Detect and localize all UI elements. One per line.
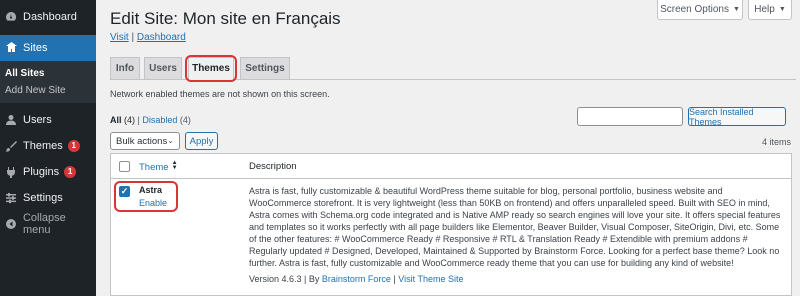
theme-description: Astra is fast, fully customizable & beau…: [249, 186, 781, 268]
visit-theme-site-link[interactable]: Visit Theme Site: [398, 274, 463, 284]
help-label: Help: [754, 4, 775, 15]
sidebar-item-label: Plugins: [23, 166, 60, 178]
column-theme-header[interactable]: Theme ▲ ▼: [139, 160, 178, 173]
themes-table: Theme ▲ ▼ Description ✓ Astra Enable Astra…: [110, 153, 792, 296]
status-filters: All (4) | Disabled (4): [110, 115, 191, 125]
sidebar-item-themes[interactable]: Themes 1: [0, 133, 96, 159]
by-label: | By: [301, 274, 322, 284]
filter-disabled-label: Disabled: [142, 115, 178, 125]
table-header: Theme ▲ ▼ Description: [111, 154, 791, 179]
submenu-all-sites[interactable]: All Sites: [0, 65, 96, 82]
screen-options-button[interactable]: Screen Options ▼: [657, 0, 743, 20]
search-installed-themes-button[interactable]: Search Installed Themes: [688, 107, 786, 127]
link-separator: |: [128, 32, 137, 43]
bulk-actions-select[interactable]: Bulk actions ⌄: [110, 132, 180, 150]
main-content: Screen Options ▼ Help ▼ Edit Site: Mon s…: [96, 0, 800, 296]
bulk-actions-label: Bulk actions: [116, 135, 168, 147]
collapse-menu-button[interactable]: Collapse menu: [0, 211, 96, 237]
collapse-menu-label: Collapse menu: [22, 212, 66, 236]
caret-down-icon: ▼: [778, 6, 786, 13]
sidebar-item-label: Settings: [23, 192, 63, 204]
paintbrush-icon: [4, 139, 18, 153]
admin-sidebar: Dashboard Sites All Sites Add New Site U…: [0, 0, 96, 296]
filter-all-label: All: [110, 115, 122, 125]
select-all-checkbox[interactable]: [119, 161, 130, 172]
sidebar-item-label: Themes: [23, 140, 63, 152]
tab-info[interactable]: Info: [110, 57, 140, 80]
sidebar-item-settings[interactable]: Settings: [0, 185, 96, 211]
dashboard-link[interactable]: Dashboard: [137, 32, 186, 43]
filter-disabled[interactable]: Disabled: [142, 115, 177, 125]
sidebar-item-label: Users: [23, 114, 52, 126]
tab-settings[interactable]: Settings: [240, 57, 290, 80]
page-title: Edit Site: Mon site en Français: [110, 9, 341, 28]
filter-disabled-count: (4): [179, 115, 191, 125]
dashboard-icon: [4, 10, 18, 24]
themes-tab-highlight: [185, 55, 237, 82]
users-icon: [4, 113, 18, 127]
plugins-update-badge: 1: [64, 166, 77, 178]
visit-link[interactable]: Visit: [110, 32, 129, 43]
submenu-add-new-site[interactable]: Add New Site: [0, 82, 96, 99]
sidebar-item-plugins[interactable]: Plugins 1: [0, 159, 96, 185]
filter-all-count: (4): [124, 115, 136, 125]
theme-version: Version 4.6.3: [249, 274, 302, 284]
column-description-header: Description: [249, 161, 297, 172]
sort-arrows-icon: ▲ ▼: [171, 160, 178, 171]
site-links: Visit | Dashboard: [110, 32, 186, 43]
sidebar-item-label: Sites: [23, 42, 48, 54]
collapse-arrow-icon: [4, 217, 18, 231]
theme-meta: Version 4.6.3 | By Brainstorm Force | Vi…: [249, 274, 463, 284]
items-count: 4 items: [761, 137, 791, 147]
search-themes-input[interactable]: [577, 107, 683, 126]
sidebar-item-users[interactable]: Users: [0, 107, 96, 133]
settings-sliders-icon: [4, 191, 18, 205]
theme-name: Astra: [139, 185, 163, 195]
author-link[interactable]: Brainstorm Force: [322, 274, 391, 284]
screen-options-label: Screen Options: [660, 4, 729, 15]
tab-users[interactable]: Users: [144, 57, 182, 80]
chevron-down-icon: ⌄: [167, 136, 174, 145]
enable-theme-link[interactable]: Enable: [139, 198, 167, 208]
themes-update-badge: 1: [67, 140, 80, 152]
sidebar-item-sites[interactable]: Sites: [0, 35, 96, 61]
help-button[interactable]: Help ▼: [748, 0, 792, 20]
plug-icon: [4, 165, 18, 179]
filter-all[interactable]: All (4): [110, 115, 135, 125]
apply-button[interactable]: Apply: [185, 132, 218, 150]
caret-down-icon: ▼: [733, 6, 740, 13]
column-theme-label: Theme: [139, 162, 169, 173]
sidebar-item-dashboard[interactable]: Dashboard: [0, 4, 96, 30]
sites-submenu: All Sites Add New Site: [0, 61, 96, 103]
table-row: ✓ Astra Enable Astra is fast, fully cust…: [111, 180, 791, 296]
sidebar-item-label: Dashboard: [23, 11, 77, 23]
network-notice: Network enabled themes are not shown on …: [110, 89, 330, 99]
sites-icon: [4, 41, 18, 55]
